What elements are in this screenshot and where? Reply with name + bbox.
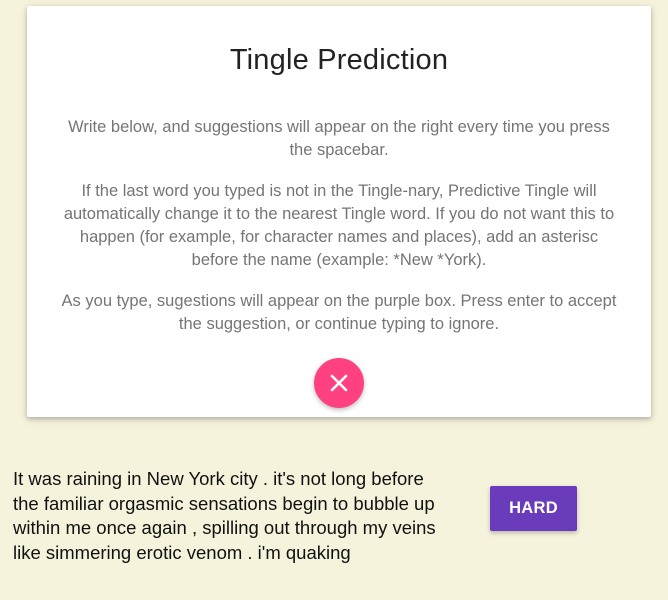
instructions-paragraph-1: Write below, and suggestions will appear… <box>68 118 610 159</box>
instructions-paragraph-3: As you type, sugestions will appear on t… <box>61 292 617 333</box>
story-text-editor[interactable]: It was raining in New York city . it's n… <box>13 467 453 565</box>
close-icon <box>330 374 348 392</box>
suggestion-button[interactable]: HARD <box>490 486 577 531</box>
dialog-title: Tingle Prediction <box>229 44 449 76</box>
instructions-dialog: Tingle Prediction Write below, and sugge… <box>27 6 651 417</box>
close-dialog-button[interactable] <box>314 358 364 408</box>
instructions-paragraph-2: If the last word you typed is not in the… <box>63 182 615 269</box>
